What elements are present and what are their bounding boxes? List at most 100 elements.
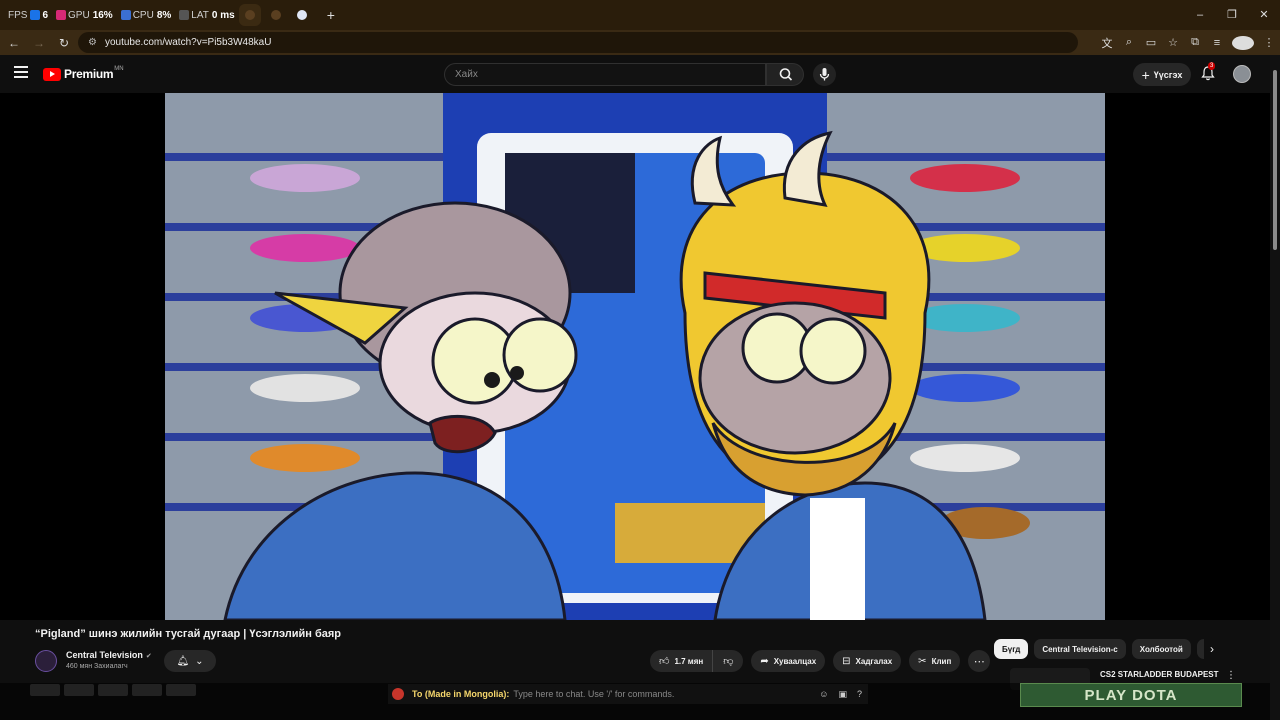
app-icon-2 <box>179 10 190 20</box>
facebook-icon <box>30 10 41 20</box>
profile-avatar[interactable] <box>1232 35 1254 50</box>
fps-label: FPS <box>8 9 28 21</box>
help-icon[interactable]: ? <box>857 689 862 700</box>
close-button[interactable]: ✕ <box>1248 0 1280 30</box>
subscribed-button[interactable]: 🔔︎ ⌄ <box>164 650 216 672</box>
hotbar-slot[interactable] <box>166 684 196 696</box>
lat-value: 0 ms <box>211 9 235 21</box>
reload-icon[interactable]: ↻ <box>53 36 75 50</box>
fps-value: 6 <box>42 9 49 21</box>
video-player[interactable] <box>0 93 1270 620</box>
subscriber-count: 460 мян Захиалагч <box>66 663 128 670</box>
cast-icon[interactable]: ▭ <box>1140 36 1162 49</box>
browser-actions: 文 ⌕ ▭ ☆ ⧉ ≡ ⋮ <box>1096 30 1280 55</box>
clip-label: Клип <box>931 656 952 666</box>
lat-label: LAT <box>191 9 209 21</box>
like-dislike-group: 👍︎ 1.7 мян 👎︎ <box>650 650 744 672</box>
site-info-icon[interactable]: ⚙ <box>88 37 97 48</box>
search-icon <box>779 68 793 81</box>
speaker-icon <box>244 10 255 20</box>
extensions-icon[interactable]: ⧉ <box>1184 36 1206 49</box>
fps-stat: FPS 6 <box>8 10 48 21</box>
instagram-icon <box>56 10 67 20</box>
emoji-icon[interactable]: ☺ <box>819 689 828 700</box>
screen: FPS 6 GPU 16% CPU 8% LAT 0 ms + – ❐ ✕ ← … <box>0 0 1280 720</box>
cpu-label: CPU <box>132 9 154 21</box>
plus-icon: + <box>1141 66 1150 83</box>
chat-recipient: To (Made in Mongolia): <box>412 689 510 699</box>
thumbs-down-icon: 👎︎ <box>723 656 734 667</box>
lat-stat: LAT 0 ms <box>179 9 235 21</box>
clip-button[interactable]: ✂ Клип <box>909 650 961 672</box>
share-button[interactable]: ➦ Хуваалцах <box>751 650 826 672</box>
youtube-logo[interactable]: Premium MN <box>43 66 124 81</box>
url-text: youtube.com/watch?v=Pi5b3W48kaU <box>104 37 272 48</box>
voice-search-button[interactable] <box>813 63 836 86</box>
game-chat-input[interactable]: To (Made in Mongolia): Type here to chat… <box>388 684 868 704</box>
gpu-value: 16% <box>92 9 113 21</box>
window-controls: – ❐ ✕ <box>1184 0 1280 30</box>
logo-country: MN <box>114 66 124 72</box>
scrollbar-thumb[interactable] <box>1273 70 1277 250</box>
address-bar[interactable]: ⚙ youtube.com/watch?v=Pi5b3W48kaU <box>78 32 1078 53</box>
youtube-play-icon <box>43 67 61 81</box>
hotbar-slot[interactable] <box>132 684 162 696</box>
bookmark-star-icon[interactable]: ☆ <box>1162 36 1184 49</box>
gpu-label: GPU <box>68 9 90 21</box>
chevron-right-icon[interactable]: › <box>1210 642 1214 656</box>
translate-icon[interactable]: 文 <box>1096 35 1118 51</box>
chip-all[interactable]: Бүгд <box>994 639 1029 659</box>
search-button[interactable] <box>766 63 804 86</box>
video-still <box>165 93 1105 620</box>
cpu-value: 8% <box>156 9 172 21</box>
tab-2[interactable] <box>265 4 287 26</box>
forward-icon[interactable]: → <box>28 36 50 50</box>
bookmark-icon: ⊟ <box>842 655 851 667</box>
hamburger-menu-icon[interactable] <box>14 66 28 78</box>
browser-menu-icon[interactable]: ⋮ <box>1258 36 1280 49</box>
new-tab-button[interactable]: + <box>327 7 335 23</box>
more-actions-button[interactable]: ⋯ <box>968 650 991 672</box>
chat-status-icon <box>392 688 404 700</box>
save-button[interactable]: ⊟ Хадгалах <box>833 650 902 672</box>
bell-icon: 🔔︎ <box>176 655 190 667</box>
minimize-button[interactable]: – <box>1184 0 1216 30</box>
chip-for-you[interactable]: Та <box>1196 639 1204 659</box>
restore-button[interactable]: ❐ <box>1216 0 1248 30</box>
hotbar-slot[interactable] <box>64 684 94 696</box>
back-icon[interactable]: ← <box>3 36 25 50</box>
account-avatar[interactable] <box>1233 65 1251 83</box>
image-icon[interactable]: ▣ <box>838 689 847 700</box>
cpu-stat: CPU 8% <box>120 9 172 21</box>
video-frame[interactable] <box>165 93 1105 620</box>
channel-name[interactable]: Central Television ✔ <box>66 650 152 660</box>
tab-3[interactable] <box>291 4 313 26</box>
media-controls-icon[interactable]: ≡ <box>1206 37 1228 49</box>
recommendation-title[interactable]: CS2 STARLADDER BUDAPEST <box>1100 670 1219 679</box>
tab-youtube[interactable] <box>238 4 261 26</box>
chip-channel[interactable]: Central Television-с <box>1034 639 1126 659</box>
chat-placeholder: Type here to chat. Use '/' for commands. <box>513 689 675 699</box>
share-label: Хуваалцах <box>773 656 817 666</box>
page-scrollbar[interactable] <box>1270 55 1280 720</box>
create-button[interactable]: + Үүсгэх <box>1133 63 1191 86</box>
recommendation-more-icon[interactable]: ⋮ <box>1226 670 1236 681</box>
like-button[interactable]: 👍︎ 1.7 мян <box>650 650 714 672</box>
mic-icon <box>819 68 830 81</box>
channel-avatar[interactable] <box>35 650 57 672</box>
video-title: “Pigland” шинэ жилийн тусгай дугаар | Үс… <box>35 628 342 640</box>
save-label: Хадгалах <box>855 656 893 666</box>
tab-favicon <box>296 10 307 20</box>
dislike-button[interactable]: 👎︎ <box>713 650 744 672</box>
hotbar-slot[interactable] <box>30 684 60 696</box>
logo-text: Premium <box>64 67 114 81</box>
browser-tab-strip: FPS 6 GPU 16% CPU 8% LAT 0 ms + – ❐ ✕ <box>0 0 1280 30</box>
search-input[interactable]: Хайх <box>444 63 766 86</box>
chip-related[interactable]: Холбоотой <box>1131 639 1191 659</box>
play-dota-button[interactable]: PLAY DOTA <box>1020 683 1242 707</box>
tab-favicon <box>270 10 281 20</box>
more-icon: ⋯ <box>973 655 985 668</box>
youtube-header: Premium MN Хайх + Үүсгэх 3 <box>0 55 1270 93</box>
zoom-icon[interactable]: ⌕ <box>1118 36 1140 49</box>
hotbar-slot[interactable] <box>98 684 128 696</box>
